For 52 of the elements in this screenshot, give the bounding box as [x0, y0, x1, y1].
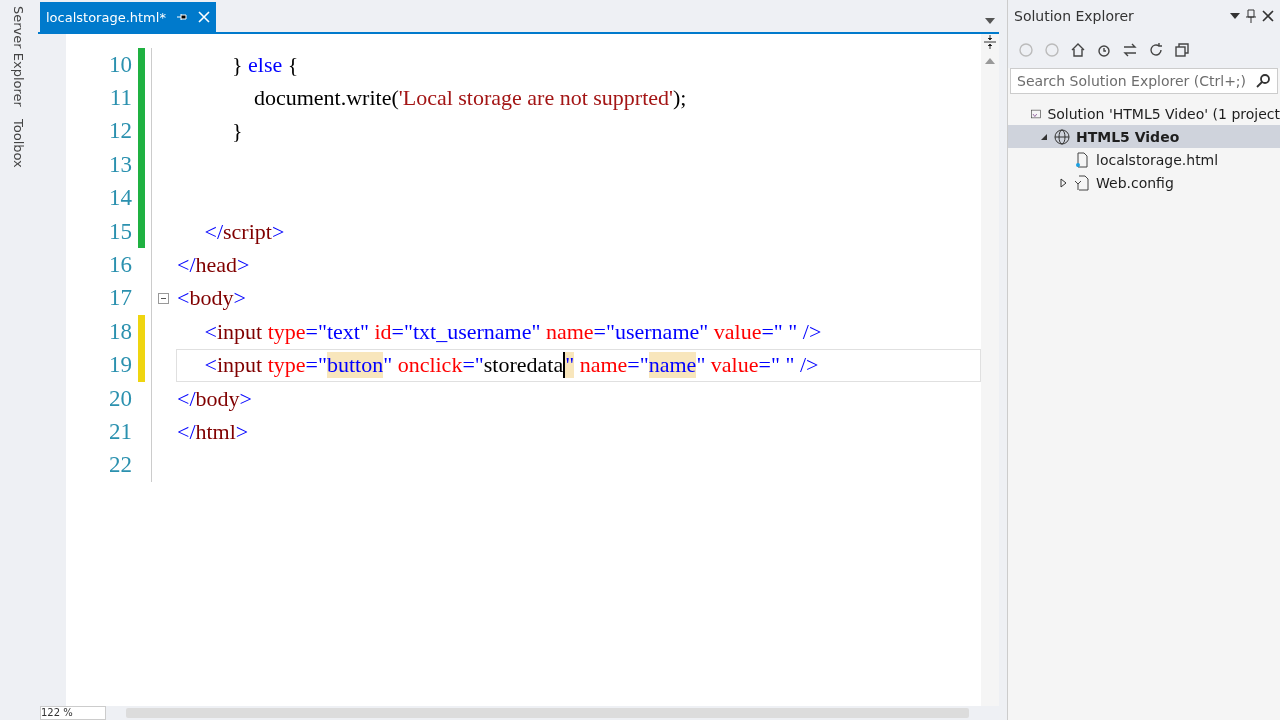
line-number: 14	[107, 185, 132, 212]
clock-icon[interactable]	[1096, 42, 1112, 58]
line-number: 20	[107, 385, 132, 412]
horizontal-scrollbar[interactable]	[125, 708, 969, 718]
split-icon[interactable]	[983, 34, 997, 50]
line-number: 16	[107, 252, 132, 279]
home-icon[interactable]	[1070, 42, 1086, 58]
tree-item[interactable]: localstorage.html	[1008, 148, 1280, 171]
document-tab[interactable]: localstorage.html*	[39, 2, 216, 32]
tree-item[interactable]: Solution 'HTML5 Video' (1 project	[1008, 102, 1280, 125]
tree-item[interactable]: Web.config	[1008, 171, 1280, 194]
search-icon[interactable]	[1255, 73, 1271, 89]
config-file-icon	[1074, 174, 1090, 191]
line-number: 10	[107, 51, 132, 78]
search-field[interactable]: Search Solution Explorer (Ctrl+;)	[1010, 68, 1278, 94]
collapse-all-icon[interactable]	[1174, 42, 1190, 58]
code-line: </body>	[175, 384, 253, 413]
line-number: 19	[107, 352, 132, 379]
code-line: } else {	[230, 50, 300, 79]
side-tab[interactable]: Toolbox	[12, 118, 26, 168]
dropdown-icon[interactable]	[1230, 13, 1240, 19]
collapsed-triangle-icon[interactable]	[1060, 177, 1068, 188]
tree-item[interactable]: HTML5 Video	[1008, 125, 1280, 148]
code-line: </html>	[175, 418, 250, 446]
side-tab[interactable]: Server Explorer	[12, 6, 26, 107]
code-line: <body>	[175, 284, 247, 313]
code-line: </head>	[175, 251, 251, 280]
globe-icon	[1054, 128, 1070, 145]
collapse-icon[interactable]	[158, 292, 170, 304]
code-line: <input type="text" id="txt_username" name="username" value=" " />	[203, 317, 823, 346]
vertical-scrollbar[interactable]	[981, 34, 999, 706]
close-icon[interactable]	[1262, 10, 1274, 22]
code-line: </script>	[203, 217, 286, 246]
sync-icon[interactable]	[1122, 42, 1138, 58]
code-line: document.write('Local storage are not supprted');	[252, 84, 688, 113]
line-number: 13	[107, 151, 132, 178]
pin-icon[interactable]	[175, 11, 188, 23]
zoom-level[interactable]: 122 %	[39, 706, 106, 720]
line-number: 12	[107, 118, 132, 145]
code-line: }	[230, 117, 244, 146]
line-number: 15	[107, 218, 132, 245]
file-icon	[1074, 151, 1090, 168]
refresh-icon[interactable]	[1148, 42, 1164, 58]
line-number: 18	[107, 318, 132, 345]
line-number: 21	[107, 419, 132, 445]
dropdown-icon[interactable]	[985, 18, 995, 24]
pin-icon[interactable]	[1246, 9, 1256, 23]
panel-title: Solution Explorer	[1014, 8, 1134, 24]
line-number: 22	[107, 452, 132, 479]
line-number: 11	[108, 85, 132, 112]
line-number: 17	[107, 285, 132, 312]
scroll-up-icon[interactable]	[985, 58, 995, 64]
